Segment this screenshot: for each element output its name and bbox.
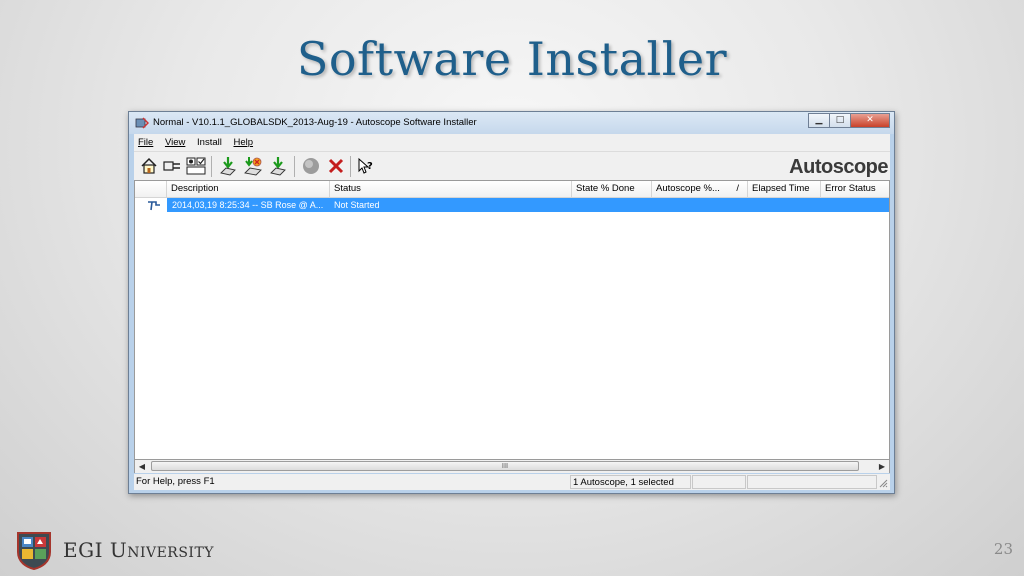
svg-text:?: ? (367, 161, 373, 172)
scroll-left-arrow-icon[interactable]: ◀ (135, 460, 149, 473)
cell-status: Not Started (334, 200, 380, 210)
column-header-autoscope-pct[interactable]: Autoscope %... / (652, 181, 748, 197)
home-icon[interactable] (139, 156, 159, 176)
column-header-error-status[interactable]: Error Status (821, 181, 889, 197)
menu-help[interactable]: Help (229, 134, 258, 148)
resize-grip-icon[interactable] (878, 478, 888, 488)
toolbar-separator (350, 156, 351, 177)
window-title: Normal - V10.1.1_GLOBALSDK_2013-Aug-19 -… (153, 117, 477, 128)
menu-install[interactable]: Install (193, 134, 227, 148)
status-help-text: For Help, press F1 (136, 476, 215, 487)
installer-window: Normal - V10.1.1_GLOBALSDK_2013-Aug-19 -… (128, 111, 895, 494)
column-header-icon[interactable] (135, 181, 167, 197)
status-selection-count: 1 Autoscope, 1 selected (570, 475, 691, 489)
stop-icon[interactable] (301, 156, 321, 176)
toolbar: ? Autoscope (134, 151, 890, 181)
installer-list[interactable]: Description Status State % Done Autoscop… (134, 180, 890, 460)
cancel-x-icon[interactable] (326, 156, 346, 176)
column-header-description[interactable]: Description (167, 181, 330, 197)
menu-view[interactable]: View (161, 134, 190, 148)
horizontal-scrollbar[interactable]: ◀ III ▶ (134, 460, 890, 473)
app-icon (135, 117, 149, 129)
table-row[interactable]: 2014,03,19 8:25:34 -- SB Rose @ A... Not… (135, 198, 889, 212)
slide-page-number: 23 (993, 540, 1013, 558)
window-titlebar[interactable]: Normal - V10.1.1_GLOBALSDK_2013-Aug-19 -… (129, 112, 894, 134)
list-header: Description Status State % Done Autoscop… (135, 181, 889, 198)
cell-description: 2014,03,19 8:25:34 -- SB Rose @ A... (172, 200, 324, 210)
column-header-state-done[interactable]: State % Done (572, 181, 652, 197)
install-multi-icon[interactable] (243, 156, 263, 176)
slide-title: Software Installer (296, 32, 728, 86)
context-help-icon[interactable]: ? (356, 156, 376, 176)
maximize-button[interactable]: □ (829, 113, 851, 128)
caption-buttons: ▁ □ ✕ (808, 113, 890, 128)
footer-university-name: EGI University (63, 538, 215, 562)
column-header-elapsed-time[interactable]: Elapsed Time (748, 181, 821, 197)
checkbox-settings-icon[interactable] (186, 156, 206, 176)
row-selection-highlight: 2014,03,19 8:25:34 -- SB Rose @ A... Not… (167, 198, 889, 212)
autoscope-device-icon (148, 201, 160, 211)
sort-indicator-icon: / (736, 183, 739, 194)
column-header-status[interactable]: Status (330, 181, 572, 197)
menu-bar: File View Install Help (134, 134, 890, 151)
scroll-right-arrow-icon[interactable]: ▶ (875, 460, 889, 473)
toolbar-separator (294, 156, 295, 177)
install-arrow-icon[interactable] (218, 156, 238, 176)
status-pane-empty (747, 475, 877, 489)
minimize-button[interactable]: ▁ (808, 113, 830, 128)
connect-plug-icon[interactable] (162, 156, 182, 176)
toolbar-separator (211, 156, 212, 177)
download-arrow-icon[interactable] (268, 156, 288, 176)
egi-university-shield-logo (17, 532, 51, 570)
autoscope-brand-logo: Autoscope (789, 156, 888, 178)
close-button[interactable]: ✕ (850, 113, 890, 128)
scroll-thumb[interactable]: III (151, 461, 859, 471)
status-pane-empty (692, 475, 746, 489)
status-bar: For Help, press F1 1 Autoscope, 1 select… (134, 474, 890, 490)
menu-file[interactable]: File (134, 134, 158, 148)
